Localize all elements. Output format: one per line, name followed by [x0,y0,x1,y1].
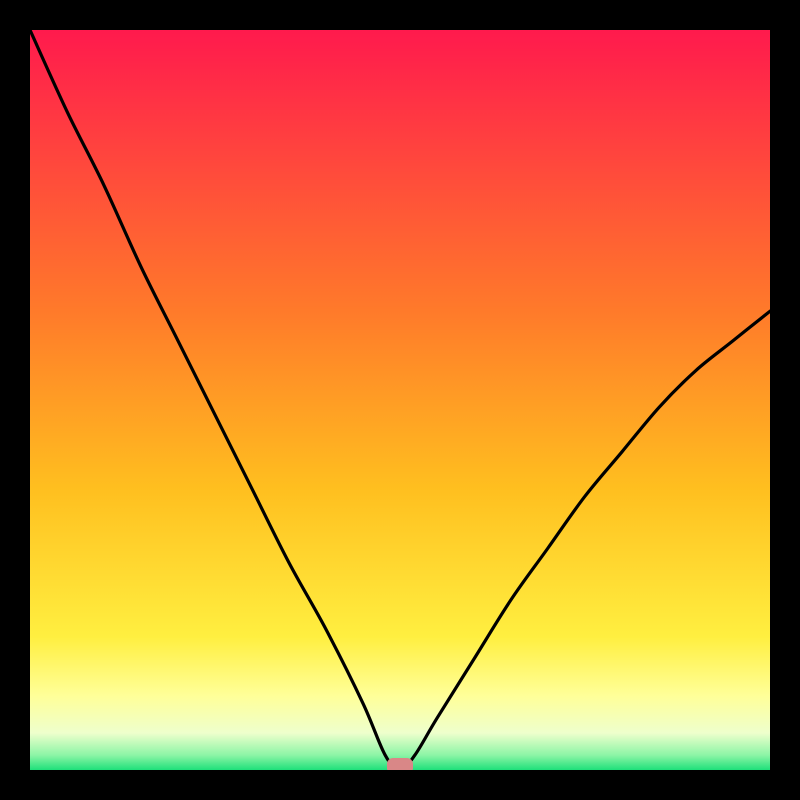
chart-frame: TheBottleneck.com [0,0,800,800]
gradient-background [30,30,770,770]
bottleneck-chart [30,30,770,770]
optimum-marker [387,758,413,770]
watermark-text: TheBottleneck.com [588,3,780,29]
